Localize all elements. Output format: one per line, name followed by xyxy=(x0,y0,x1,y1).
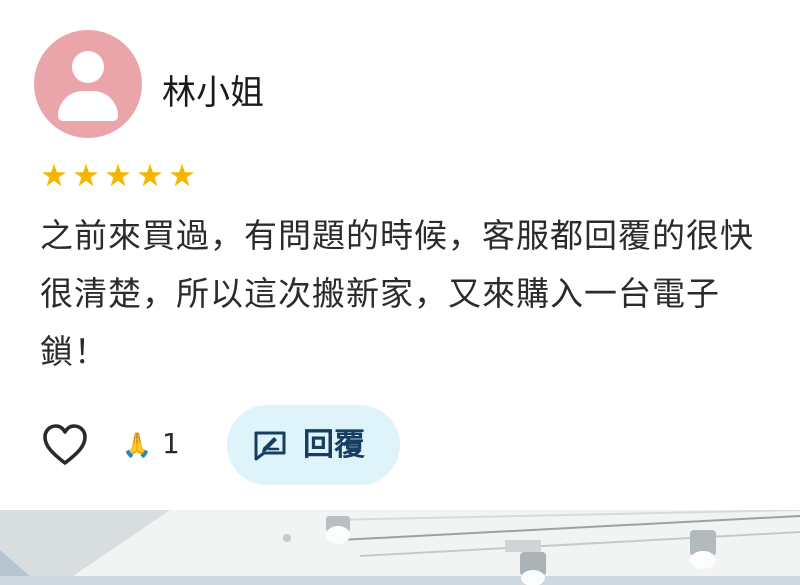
pray-emoji-icon[interactable]: 🙏 xyxy=(122,427,152,463)
star-icon: ★ xyxy=(72,158,100,194)
reaction-count: 1 xyxy=(162,427,180,460)
photo-image xyxy=(0,510,800,585)
person-icon-body xyxy=(58,91,118,121)
reply-label: 回覆 xyxy=(303,427,365,463)
reply-button[interactable]: 回覆 xyxy=(227,405,400,485)
heart-outline-icon xyxy=(43,424,87,465)
edit-box-icon xyxy=(254,431,286,461)
star-icon: ★ xyxy=(136,158,164,194)
review-text: 之前來買過，有問題的時候，客服都回覆的很快很清楚，所以這次搬新家，又來購入一台電… xyxy=(40,216,754,371)
star-icon: ★ xyxy=(40,158,68,194)
action-bar: 🙏 1 回覆 xyxy=(0,405,800,487)
star-icon: ★ xyxy=(104,158,132,194)
attached-photo[interactable] xyxy=(0,510,800,585)
user-name[interactable]: 林小姐 xyxy=(162,70,264,116)
avatar[interactable] xyxy=(34,30,142,138)
person-icon-head xyxy=(72,51,104,83)
like-button[interactable] xyxy=(42,423,88,467)
star-icon: ★ xyxy=(168,158,196,194)
star-rating: ★ ★ ★ ★ ★ xyxy=(38,160,198,192)
